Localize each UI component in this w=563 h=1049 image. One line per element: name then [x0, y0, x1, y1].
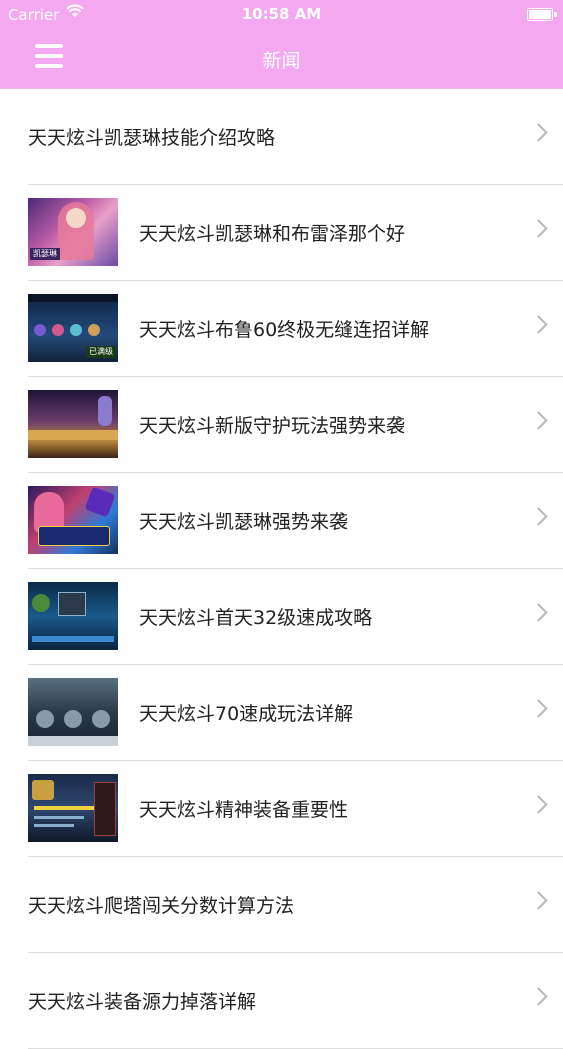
navigation-bar: 新闻 — [0, 30, 563, 89]
chevron-right-icon — [529, 891, 548, 910]
news-list-item[interactable]: 天天炫斗凯瑟琳技能介绍攻略 — [28, 89, 563, 185]
news-thumbnail: 凯瑟琳 — [28, 198, 118, 266]
page-title: 新闻 — [262, 50, 301, 72]
chevron-right-icon — [529, 315, 548, 334]
news-list-item[interactable]: 天天炫斗70速成玩法详解 — [28, 665, 563, 761]
chevron-right-icon — [529, 507, 548, 526]
news-list-item[interactable]: 凯瑟琳 天天炫斗凯瑟琳和布雷泽那个好 — [28, 185, 563, 281]
chevron-right-icon — [529, 795, 548, 814]
news-title: 天天炫斗凯瑟琳强势来袭 — [139, 511, 349, 533]
news-list-item[interactable]: 天天炫斗装备源力掉落详解 — [28, 953, 563, 1049]
status-bar: Carrier 10:58 AM — [0, 0, 563, 30]
chevron-right-icon — [529, 603, 548, 622]
clock: 10:58 AM — [241, 5, 322, 23]
battery-icon — [527, 8, 557, 21]
news-list-item[interactable]: 天天炫斗新版守护玩法强势来袭 — [28, 377, 563, 473]
news-title: 天天炫斗新版守护玩法强势来袭 — [139, 415, 406, 437]
chevron-right-icon — [529, 411, 548, 430]
news-title: 天天炫斗布鲁60终极无缝连招详解 — [139, 319, 430, 341]
news-title: 天天炫斗凯瑟琳和布雷泽那个好 — [139, 223, 406, 245]
news-thumbnail — [28, 678, 118, 746]
thumbnail-caption: 凯瑟琳 — [30, 248, 60, 260]
news-title: 天天炫斗凯瑟琳技能介绍攻略 — [28, 127, 276, 149]
news-list-item[interactable]: 已满级 天天炫斗布鲁60终极无缝连招详解 — [28, 281, 563, 377]
news-thumbnail: 已满级 — [28, 294, 118, 362]
news-list-item[interactable]: 天天炫斗首天32级速成攻略 — [28, 569, 563, 665]
news-thumbnail — [28, 390, 118, 458]
thumbnail-caption: 已满级 — [86, 346, 116, 358]
news-thumbnail — [28, 582, 118, 650]
news-list-item[interactable]: 天天炫斗爬塔闯关分数计算方法 — [28, 857, 563, 953]
news-list-item[interactable]: 天天炫斗凯瑟琳强势来袭 — [28, 473, 563, 569]
news-title: 天天炫斗首天32级速成攻略 — [139, 607, 373, 629]
chevron-right-icon — [529, 987, 548, 1006]
news-list-item[interactable]: 天天炫斗精神装备重要性 — [28, 761, 563, 857]
chevron-right-icon — [529, 123, 548, 142]
news-title: 天天炫斗装备源力掉落详解 — [28, 991, 257, 1013]
chevron-right-icon — [529, 219, 548, 238]
news-list: 天天炫斗凯瑟琳技能介绍攻略 凯瑟琳 天天炫斗凯瑟琳和布雷泽那个好 已满级 天天炫… — [0, 89, 563, 1049]
news-title: 天天炫斗爬塔闯关分数计算方法 — [28, 895, 295, 917]
news-title: 天天炫斗70速成玩法详解 — [139, 703, 354, 725]
news-thumbnail — [28, 774, 118, 842]
news-title: 天天炫斗精神装备重要性 — [139, 799, 349, 821]
news-thumbnail — [28, 486, 118, 554]
chevron-right-icon — [529, 699, 548, 718]
